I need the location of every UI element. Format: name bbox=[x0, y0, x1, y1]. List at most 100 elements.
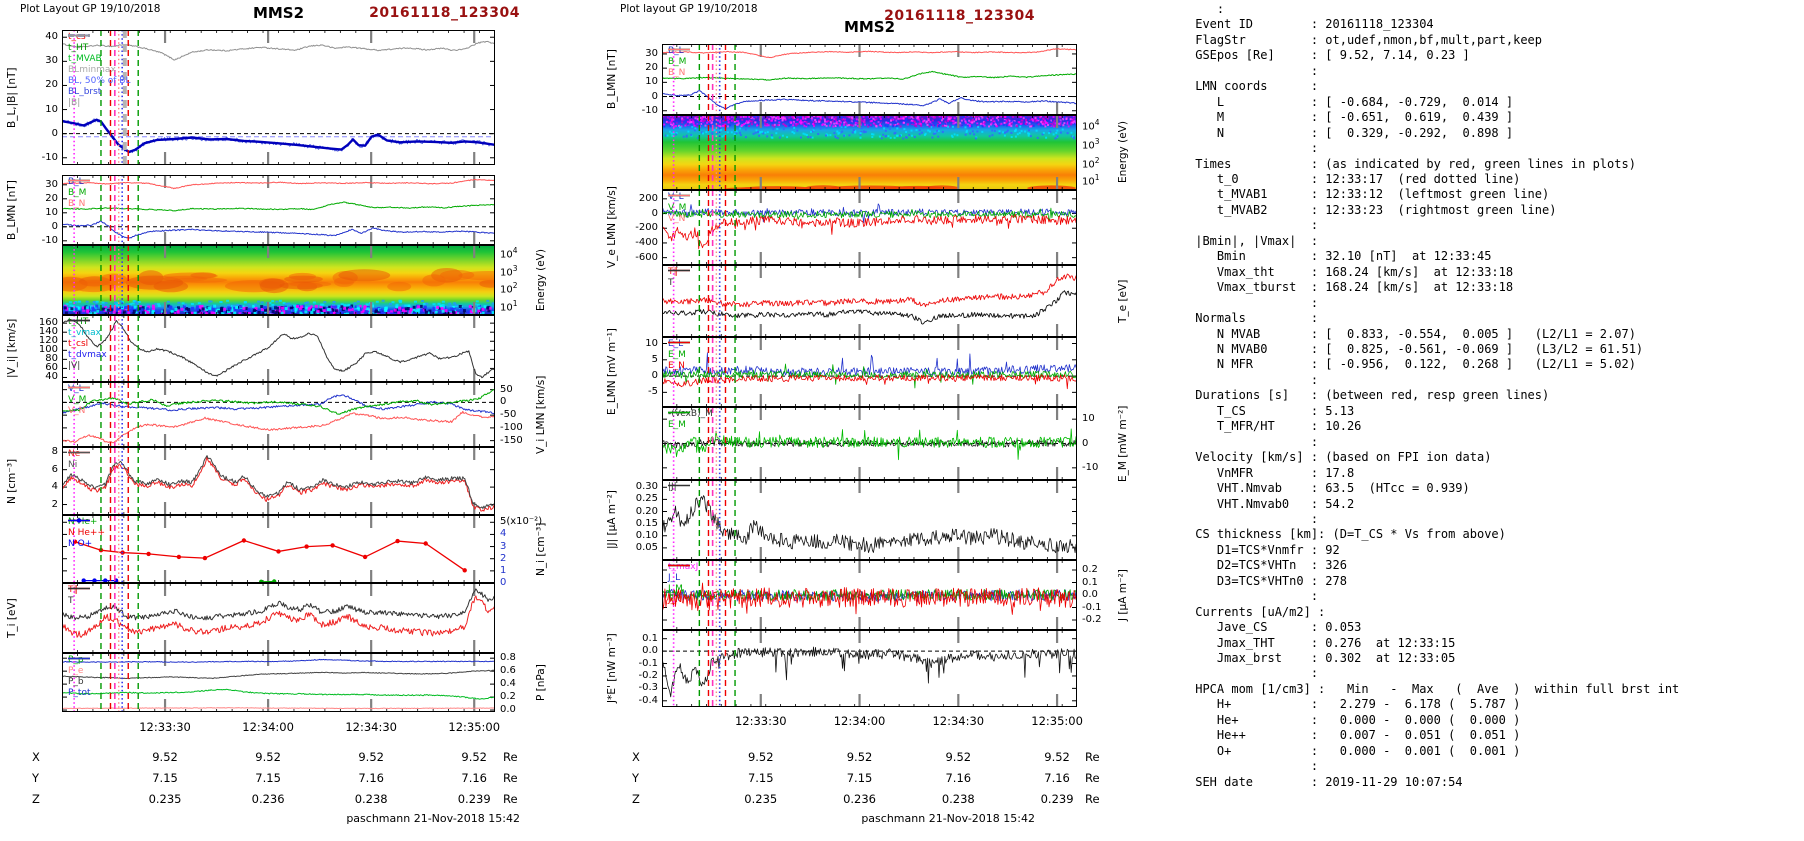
spectrogram-speckle bbox=[933, 121, 936, 124]
right-axis-label: P [nPa] bbox=[535, 664, 547, 701]
panel-border bbox=[62, 447, 495, 515]
spectrogram-speckle bbox=[1066, 126, 1069, 129]
ti-plot bbox=[62, 583, 495, 653]
spectrogram-speckle bbox=[444, 309, 448, 313]
spectrogram-speckle bbox=[896, 127, 899, 130]
spectrogram-speckle bbox=[1025, 119, 1027, 122]
series-marker-N_Heplusplus bbox=[276, 549, 281, 554]
spectrogram-speckle bbox=[804, 117, 807, 120]
spectrogram-speckle bbox=[955, 123, 958, 126]
y-tick-label: 20 bbox=[45, 79, 58, 91]
spectrogram-speckle bbox=[736, 123, 739, 126]
spectrogram-speckle bbox=[702, 122, 705, 125]
spectrogram-speckle bbox=[745, 124, 748, 127]
spectrogram-speckle bbox=[1062, 124, 1065, 127]
spectrogram-speckle bbox=[998, 130, 1001, 133]
y-tick-label: 0.20 bbox=[635, 505, 658, 517]
spectrogram-speckle bbox=[409, 307, 413, 311]
spectrogram-speckle bbox=[1042, 117, 1045, 120]
spectrogram-speckle bbox=[432, 306, 436, 310]
spectrogram-speckle bbox=[923, 133, 926, 136]
legend-label: J_L bbox=[668, 573, 681, 583]
spectrogram-speckle bbox=[884, 124, 887, 127]
spectrogram-speckle bbox=[1003, 120, 1006, 122]
spectrogram-speckle bbox=[741, 118, 744, 121]
spectrogram-speckle bbox=[877, 122, 880, 125]
ephemeris-unit: Re bbox=[503, 750, 518, 764]
spectrogram-speckle bbox=[964, 126, 967, 129]
ephemeris-value: 9.52 bbox=[358, 750, 384, 764]
spectrogram-speckle bbox=[825, 134, 827, 137]
series-Jmag bbox=[662, 495, 1077, 554]
spectrogram-speckle bbox=[976, 130, 979, 133]
legend-swatch bbox=[68, 587, 90, 590]
spectrogram-speckle bbox=[375, 300, 379, 303]
spectrogram-speckle bbox=[1010, 136, 1013, 138]
spectrogram-speckle bbox=[937, 135, 940, 138]
spectrogram-speckle bbox=[1030, 125, 1033, 128]
spectrogram-speckle bbox=[887, 135, 890, 138]
spectrogram-speckle bbox=[899, 125, 902, 128]
spectrogram-speckle bbox=[404, 304, 408, 307]
series-E_L bbox=[662, 352, 1077, 377]
spectrogram-speckle bbox=[1043, 123, 1046, 126]
legend-label: t_dvmax bbox=[68, 350, 107, 360]
spectrogram-speckle bbox=[993, 129, 996, 132]
ephemeris-value: 0.238 bbox=[941, 792, 975, 806]
spectrogram-speckle bbox=[931, 126, 934, 129]
spectrogram-speckle bbox=[1020, 119, 1023, 122]
spectrogram-speckle bbox=[681, 117, 684, 120]
spectrogram-speckle bbox=[281, 306, 285, 310]
ephemeris-value: 7.16 bbox=[358, 771, 384, 785]
spectrogram-speckle bbox=[1014, 135, 1017, 138]
time-tick-label: 12:35:00 bbox=[448, 720, 501, 734]
spectrogram-speckle bbox=[941, 124, 944, 127]
spectrogram-speckle bbox=[763, 119, 766, 122]
spectrogram-speckle bbox=[85, 306, 89, 310]
spectrogram-speckle bbox=[466, 311, 470, 315]
spectrogram-speckle bbox=[398, 299, 402, 302]
ephemeris-value: 0.235 bbox=[148, 792, 182, 806]
spectrogram-speckle bbox=[788, 124, 791, 127]
y-axis-label: B_LMN [nT] bbox=[606, 49, 618, 110]
legend-swatch bbox=[668, 341, 690, 344]
y-tick-label: 5(x10⁻²) bbox=[500, 516, 543, 528]
middle-panel-b-lmn: 30 20 10 0 -10 B_LMN [nT] B_L B_M B_N bbox=[600, 44, 1185, 115]
legend-swatch bbox=[668, 194, 690, 197]
spectrogram-speckle bbox=[893, 132, 896, 135]
spectrogram-speckle bbox=[995, 125, 998, 128]
spectrogram-speckle bbox=[758, 134, 761, 137]
middle-panel-jmag: 0.30 0.25 0.20 0.15 0.10 0.05 |J| [µA m⁻²] |J| bbox=[600, 480, 1185, 560]
spectrogram-speckle bbox=[812, 123, 815, 125]
spectrogram-speckle bbox=[788, 118, 791, 121]
bl-b-legend: t_cs t_HT t_MVAB BLminmax BL, 50% of BL BL_br… bbox=[68, 32, 131, 109]
spectrogram-speckle bbox=[1063, 122, 1066, 125]
spectrogram-speckle bbox=[772, 116, 775, 119]
spectrogram-speckle bbox=[1040, 120, 1043, 123]
spectrogram-speckle bbox=[775, 132, 778, 135]
spectrogram-speckle bbox=[965, 131, 968, 133]
spectrogram-speckle bbox=[843, 121, 846, 124]
spectrogram-speckle bbox=[889, 123, 892, 126]
spectrogram-speckle bbox=[1009, 116, 1011, 119]
spectrogram-speckle bbox=[786, 136, 789, 139]
spectrogram-speckle bbox=[363, 306, 367, 310]
spectrogram-speckle bbox=[487, 309, 491, 313]
spectrogram-speckle bbox=[933, 116, 935, 119]
spectrogram-speckle bbox=[666, 134, 669, 137]
y-tick-label: 10 bbox=[45, 103, 58, 115]
legend-label: J_M bbox=[668, 584, 683, 594]
y-tick-label: 10 bbox=[45, 206, 58, 218]
spectrogram-speckle bbox=[671, 119, 673, 122]
spectrogram-speckle bbox=[1053, 119, 1056, 122]
spectrogram-speckle bbox=[262, 306, 266, 310]
spectrogram-speckle bbox=[196, 308, 199, 312]
spectrogram-speckle bbox=[425, 302, 429, 305]
spectrogram-speckle bbox=[668, 130, 671, 133]
spectrogram-speckle bbox=[805, 123, 808, 126]
spectrogram-speckle bbox=[311, 308, 315, 312]
spectrogram-speckle bbox=[1005, 124, 1008, 127]
spectrogram-speckle bbox=[988, 135, 991, 138]
spectrogram-speckle bbox=[275, 300, 279, 303]
legend-entry: |V| bbox=[68, 319, 107, 372]
